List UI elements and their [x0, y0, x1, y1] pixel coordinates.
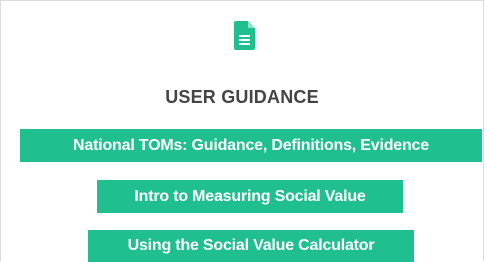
panel-title: USER GUIDANCE: [165, 87, 319, 107]
document-icon: [234, 21, 255, 50]
using-social-value-calculator-link[interactable]: Using the Social Value Calculator: [88, 230, 414, 262]
intro-measuring-social-value-link[interactable]: Intro to Measuring Social Value: [97, 180, 403, 213]
user-guidance-panel: USER GUIDANCE National TOMs: Guidance, D…: [0, 0, 484, 262]
national-toms-guidance-link[interactable]: National TOMs: Guidance, Definitions, Ev…: [20, 129, 482, 162]
